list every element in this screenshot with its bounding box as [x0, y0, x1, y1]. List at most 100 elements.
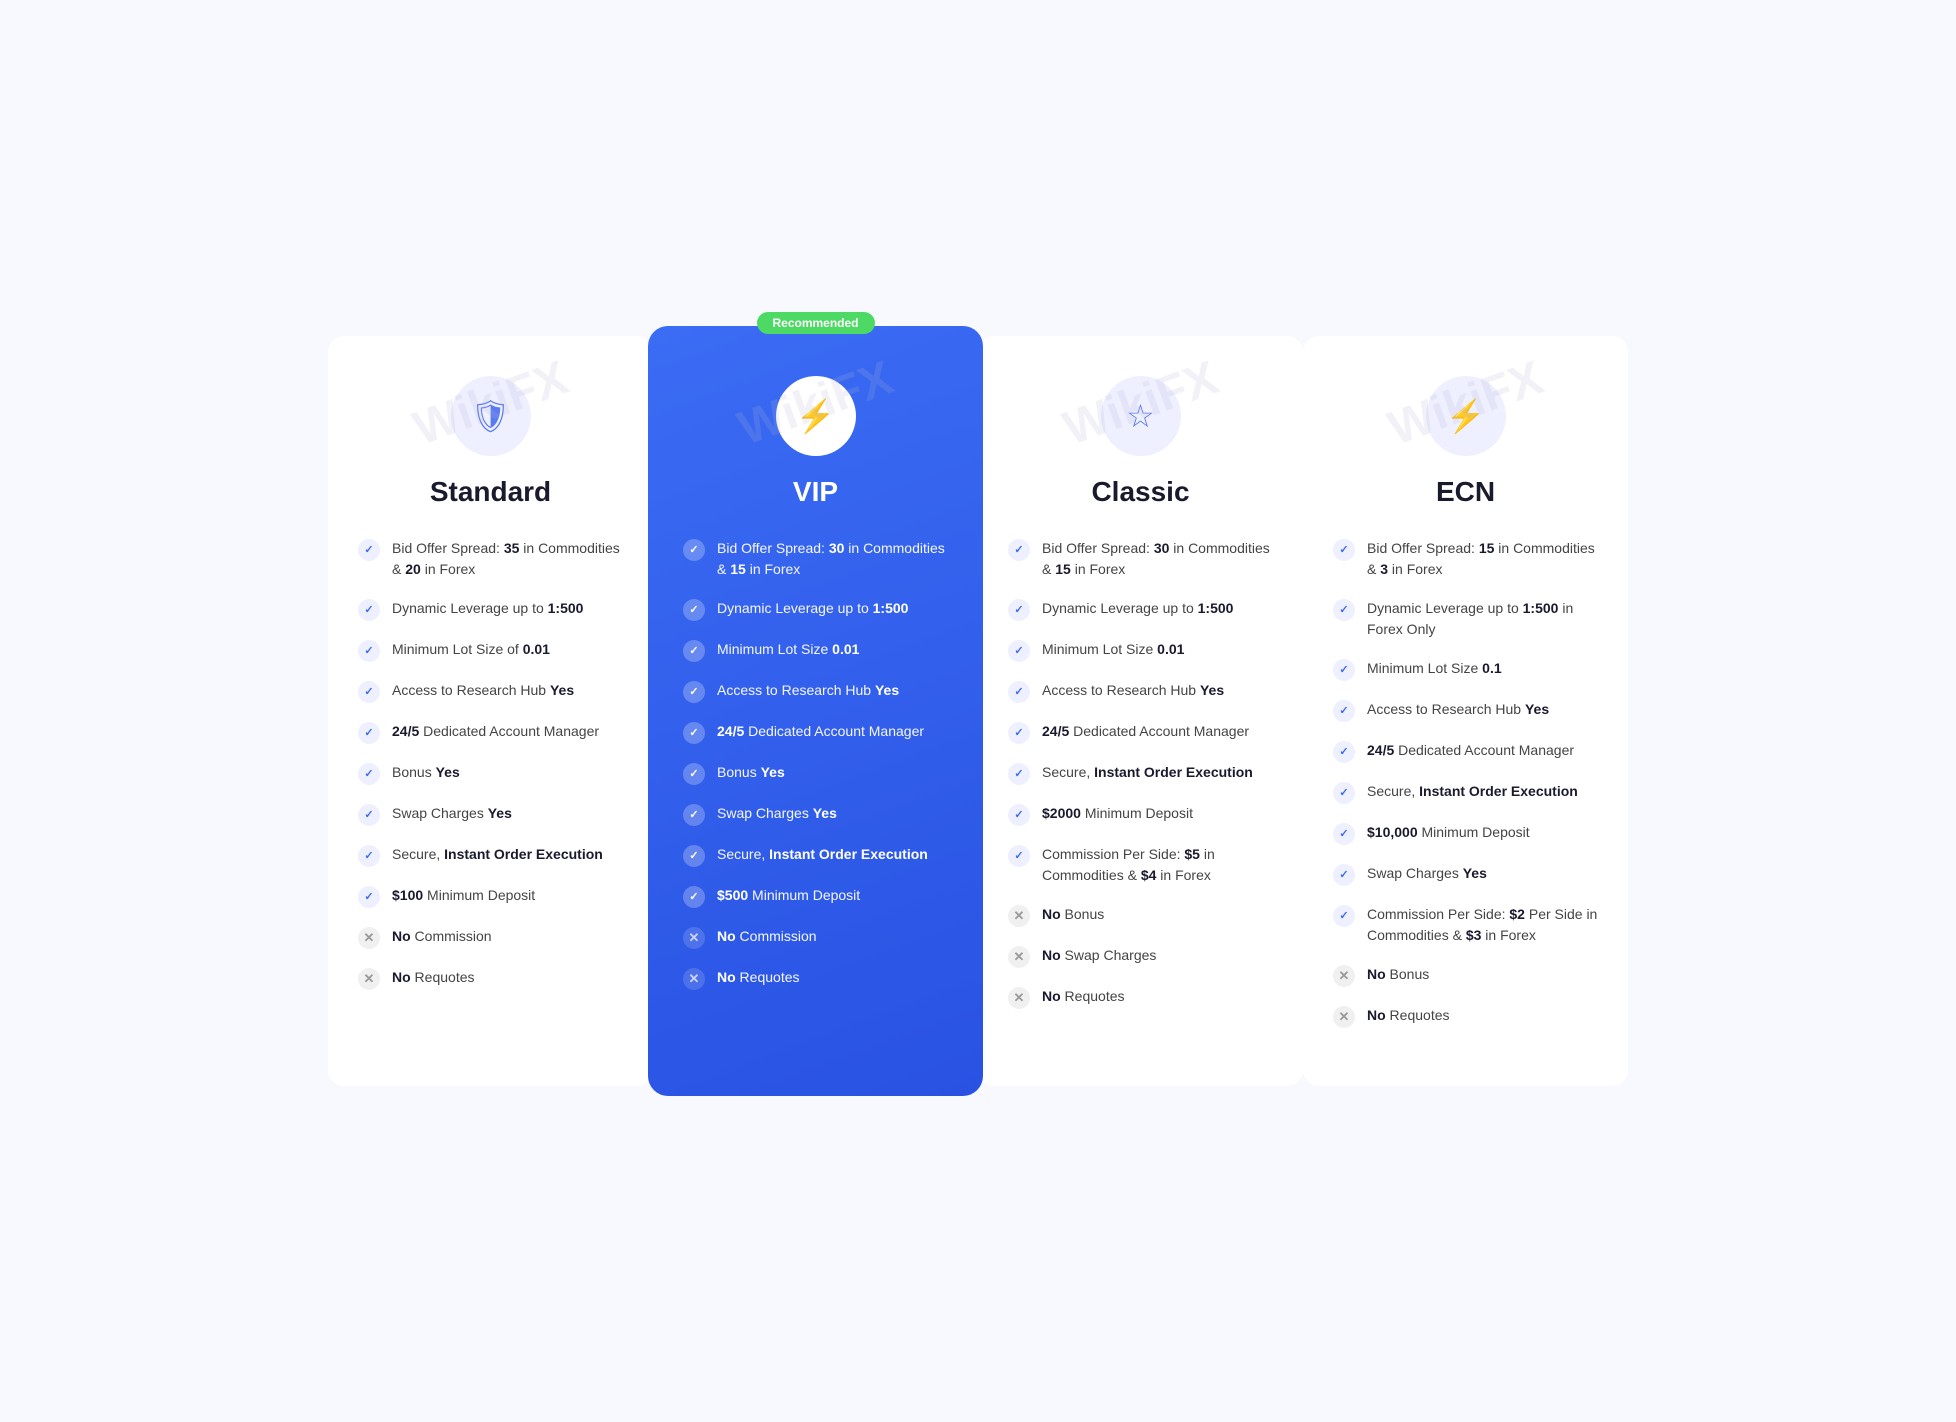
feature-item: ✓Commission Per Side: $5 in Commodities …	[1008, 844, 1273, 886]
feature-item: ✓Secure, Instant Order Execution	[1008, 762, 1273, 785]
check-icon: ✓	[358, 640, 380, 662]
cross-icon: ✕	[1333, 965, 1355, 987]
check-icon: ✓	[683, 681, 705, 703]
feature-text: Commission Per Side: $5 in Commodities &…	[1042, 844, 1273, 886]
feature-item: ✕ No Bonus	[1333, 964, 1598, 987]
cross-icon: ✕	[358, 927, 380, 949]
plan-title-classic: Classic	[1091, 476, 1189, 508]
check-icon: ✓	[683, 886, 705, 908]
feature-text: Access to Research Hub Yes	[717, 680, 899, 701]
feature-item: ✓Bid Offer Spread: 15 in Commodities & 3…	[1333, 538, 1598, 580]
check-icon: ✓	[358, 763, 380, 785]
feature-text: No Swap Charges	[1042, 945, 1156, 966]
feature-item: ✓ $2000 Minimum Deposit	[1008, 803, 1273, 826]
feature-item: ✕ No Swap Charges	[1008, 945, 1273, 968]
cross-icon: ✕	[683, 968, 705, 990]
feature-text: Dynamic Leverage up to 1:500 in Forex On…	[1367, 598, 1598, 640]
plan-title-standard: Standard	[430, 476, 551, 508]
feature-item: ✓Bonus Yes	[683, 762, 948, 785]
check-icon: ✓	[1333, 823, 1355, 845]
feature-item: ✓Secure, Instant Order Execution	[358, 844, 623, 867]
feature-text: Swap Charges Yes	[1367, 863, 1487, 884]
plan-card-vip: RecommendedWikiFX⚡VIP✓Bid Offer Spread: …	[648, 326, 983, 1096]
features-list-vip: ✓ Bid Offer Spread: 30 in Commodities & 1…	[683, 538, 948, 1008]
cross-icon: ✕	[683, 927, 705, 949]
check-icon: ✓	[1333, 905, 1355, 927]
check-icon: ✓	[1333, 659, 1355, 681]
feature-item: ✓ Bonus Yes	[358, 762, 623, 785]
feature-text: 24/5 Dedicated Account Manager	[1042, 721, 1249, 742]
feature-item: ✓Minimum Lot Size 0.01	[1008, 639, 1273, 662]
check-icon: ✓	[358, 804, 380, 826]
cross-icon: ✕	[1008, 946, 1030, 968]
check-icon: ✓	[1008, 763, 1030, 785]
recommended-badge: Recommended	[756, 312, 874, 334]
feature-item: ✓Access to Research Hub Yes	[358, 680, 623, 703]
check-icon: ✓	[683, 539, 705, 561]
feature-item: ✓24/5 Dedicated Account Manager	[358, 721, 623, 744]
plan-card-standard: WikiFX🛡Standard✓Bid Offer Spread: 35 in …	[328, 336, 653, 1086]
check-icon: ✓	[1333, 864, 1355, 886]
feature-text: Secure, Instant Order Execution	[392, 844, 603, 865]
feature-text: $2000 Minimum Deposit	[1042, 803, 1193, 824]
feature-item: ✕No Commission	[358, 926, 623, 949]
feature-item: ✓$100 Minimum Deposit	[358, 885, 623, 908]
feature-text: No Requotes	[392, 967, 475, 988]
feature-text: No Requotes	[717, 967, 800, 988]
feature-item: ✓Bid Offer Spread: 30 in Commodities & 1…	[1008, 538, 1273, 580]
feature-item: ✓ Dynamic Leverage up to 1:500	[358, 598, 623, 621]
plan-title-ecn: ECN	[1436, 476, 1495, 508]
feature-item: ✓ Bid Offer Spread: 30 in Commodities & 1…	[683, 538, 948, 580]
cross-icon: ✕	[1333, 1006, 1355, 1028]
feature-text: 24/5 Dedicated Account Manager	[392, 721, 599, 742]
feature-text: No Bonus	[1367, 964, 1429, 985]
check-icon: ✓	[1008, 681, 1030, 703]
feature-item: ✓ Dynamic Leverage up to 1:500 in Forex O…	[1333, 598, 1598, 640]
check-icon: ✓	[1008, 539, 1030, 561]
feature-item: ✓ Access to Research Hub Yes	[683, 680, 948, 703]
feature-text: Access to Research Hub Yes	[1042, 680, 1224, 701]
feature-item: ✓Dynamic Leverage up to 1:500	[1008, 598, 1273, 621]
check-icon: ✓	[683, 763, 705, 785]
feature-item: ✓Minimum Lot Size 0.01	[683, 639, 948, 662]
feature-text: Minimum Lot Size of 0.01	[392, 639, 550, 660]
cross-icon: ✕	[358, 968, 380, 990]
feature-text: Commission Per Side: $2 Per Side in Comm…	[1367, 904, 1598, 946]
check-icon: ✓	[683, 845, 705, 867]
feature-text: Secure, Instant Order Execution	[1367, 781, 1578, 802]
feature-item: ✕No Requotes	[1008, 986, 1273, 1009]
feature-item: ✓ Commission Per Side: $2 Per Side in Com…	[1333, 904, 1598, 946]
check-icon: ✓	[358, 599, 380, 621]
feature-text: Minimum Lot Size 0.01	[717, 639, 859, 660]
feature-item: ✓Swap Charges Yes	[358, 803, 623, 826]
feature-text: Bonus Yes	[392, 762, 460, 783]
check-icon: ✓	[1008, 599, 1030, 621]
check-icon: ✓	[683, 804, 705, 826]
check-icon: ✓	[358, 539, 380, 561]
star-icon: ☆	[1101, 376, 1181, 456]
cross-icon: ✕	[1008, 987, 1030, 1009]
feature-item: ✓Dynamic Leverage up to 1:500	[683, 598, 948, 621]
feature-text: Bid Offer Spread: 30 in Commodities & 15…	[717, 538, 948, 580]
lightning-icon: ⚡	[776, 376, 856, 456]
feature-item: ✓ Minimum Lot Size 0.1	[1333, 658, 1598, 681]
check-icon: ✓	[358, 681, 380, 703]
feature-text: Minimum Lot Size 0.01	[1042, 639, 1184, 660]
feature-item: ✕ No Bonus	[1008, 904, 1273, 927]
cross-icon: ✕	[1008, 905, 1030, 927]
feature-text: Dynamic Leverage up to 1:500	[392, 598, 583, 619]
check-icon: ✓	[1333, 741, 1355, 763]
check-icon: ✓	[683, 599, 705, 621]
feature-text: No Bonus	[1042, 904, 1104, 925]
features-list-standard: ✓Bid Offer Spread: 35 in Commodities & 2…	[358, 538, 623, 1008]
feature-item: ✓24/5 Dedicated Account Manager	[1333, 740, 1598, 763]
feature-item: ✓Bid Offer Spread: 35 in Commodities & 2…	[358, 538, 623, 580]
feature-item: ✓$10,000 Minimum Deposit	[1333, 822, 1598, 845]
feature-text: Minimum Lot Size 0.1	[1367, 658, 1502, 679]
check-icon: ✓	[1333, 700, 1355, 722]
feature-item: ✓ Access to Research Hub Yes	[1008, 680, 1273, 703]
check-icon: ✓	[1333, 599, 1355, 621]
check-icon: ✓	[1008, 804, 1030, 826]
feature-item: ✕ No Requotes	[1333, 1005, 1598, 1028]
feature-text: No Requotes	[1367, 1005, 1450, 1026]
